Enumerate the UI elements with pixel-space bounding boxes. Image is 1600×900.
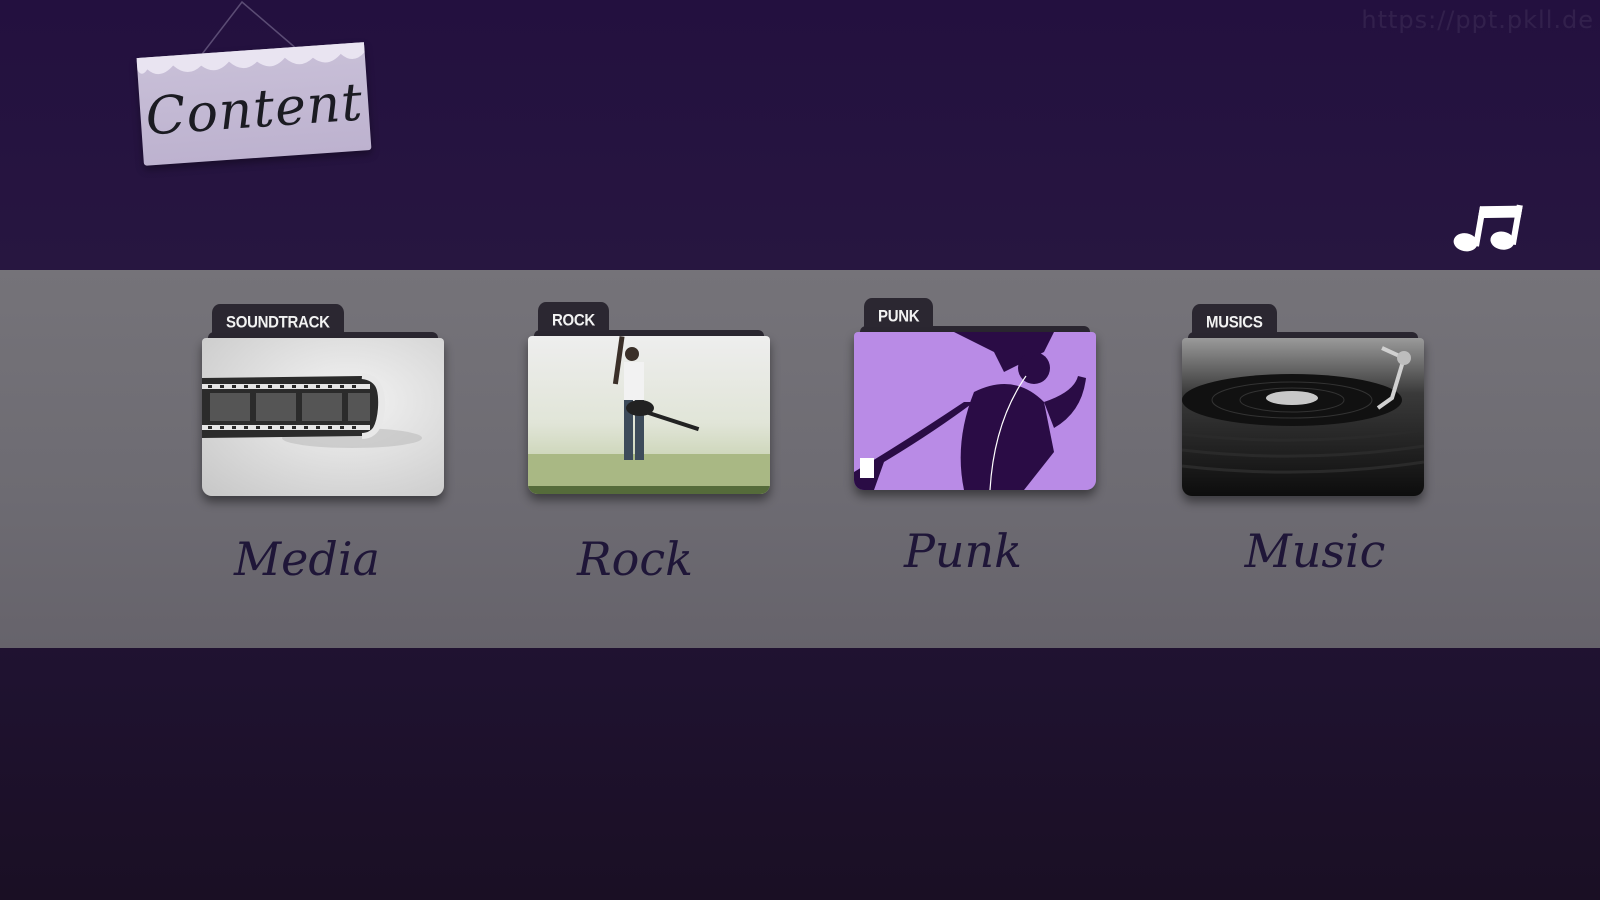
folder-label-media[interactable]: Media <box>186 532 428 586</box>
folder-tab-label: MUSICS <box>1192 303 1277 343</box>
dancer-silhouette-image <box>854 332 1096 490</box>
folder-label-rock[interactable]: Rock <box>514 532 756 586</box>
folder-tab-label: SOUNDTRACK <box>212 303 344 343</box>
content-sign: Content <box>136 42 372 166</box>
folder-punk[interactable]: PUNK <box>854 297 1096 490</box>
folder-label-punk[interactable]: Punk <box>842 524 1084 578</box>
folder-soundtrack[interactable]: SOUNDTRACK <box>202 303 444 496</box>
folder-tab-label: PUNK <box>864 297 934 337</box>
folder-tab-label: ROCK <box>538 301 609 341</box>
guitarist-image <box>528 336 770 494</box>
watermark: https://ppt.pkll.de <box>1361 6 1594 34</box>
folder-musics[interactable]: MUSICS <box>1182 303 1424 496</box>
vinyl-turntable-image <box>1182 338 1424 496</box>
film-strip-image <box>202 338 444 496</box>
music-note-icon[interactable] <box>1452 196 1524 264</box>
folder-label-music[interactable]: Music <box>1194 524 1436 578</box>
folder-band: SOUNDTRACK Media ROCK Rock PUNK Punk MUS… <box>0 270 1600 648</box>
folder-rock[interactable]: ROCK <box>528 301 770 494</box>
